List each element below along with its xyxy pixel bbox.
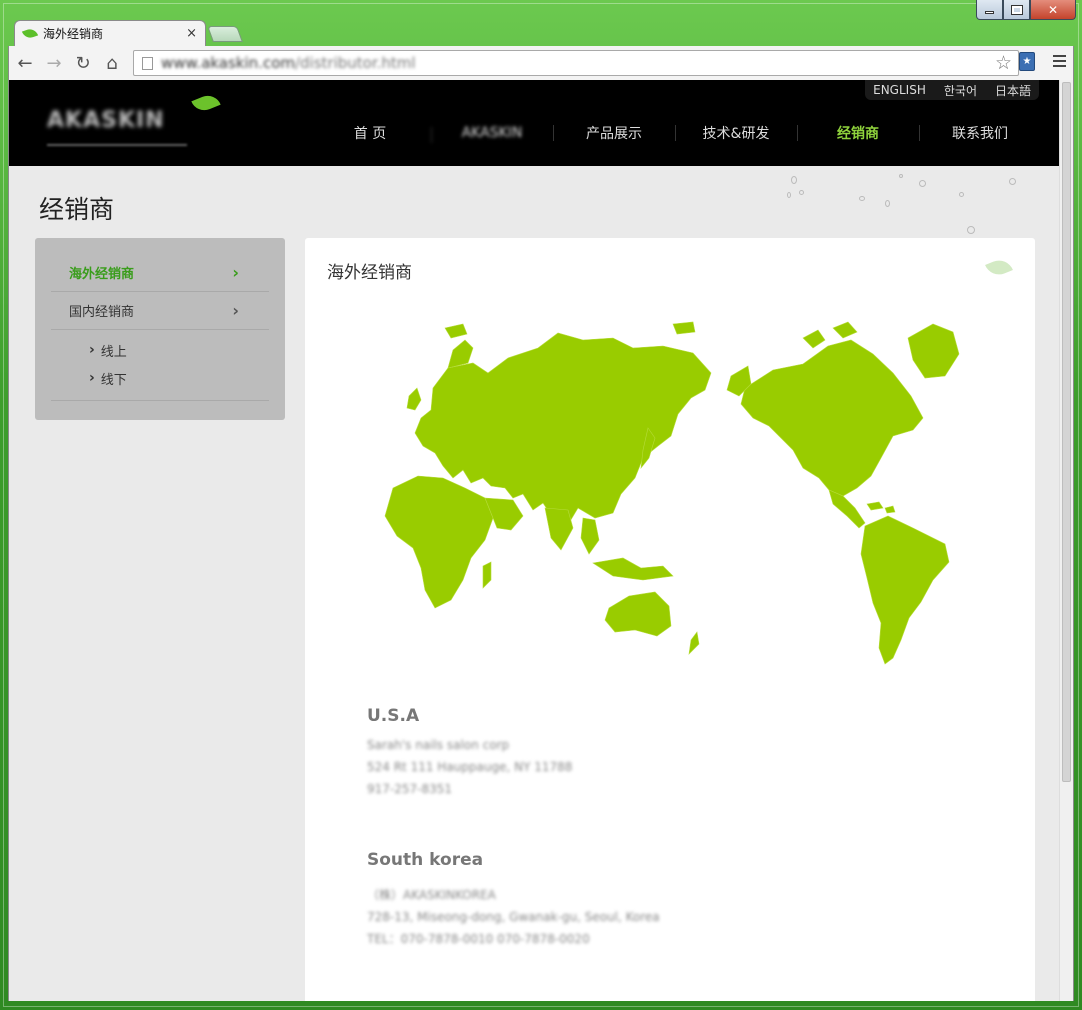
page-icon — [142, 56, 153, 70]
site-header: AKASKIN ENGLISH 한국어 日本語 首 页 AKASKIN 产品展示… — [9, 80, 1061, 166]
sidebar-item-overseas[interactable]: 海外经销商 › — [51, 254, 269, 292]
distributor-phone: 917-257-8351 — [367, 782, 453, 796]
window-controls: ✕ — [976, 0, 1076, 20]
language-switcher: ENGLISH 한국어 日本語 — [865, 80, 1039, 100]
leaf-favicon-icon — [21, 26, 39, 41]
content-panel: 海外经销商 U.S.A Sarah's nails salon corp 524… — [305, 238, 1035, 1001]
back-arrow-icon[interactable]: ← — [12, 50, 38, 76]
distributor-address: 728-13, Miseong-dong, Gwanak-gu, Seoul, … — [367, 910, 660, 924]
browser-window-frame: ✕ 海外经销商 × ← → ↻ ⌂ www.akaskin.com/distri… — [0, 0, 1082, 1010]
sidebar-subitems: 线上 线下 — [51, 330, 269, 401]
site-logo[interactable]: AKASKIN — [47, 91, 221, 148]
water-splash-decoration — [779, 170, 1039, 240]
sidebar: 海外经销商 › 国内经销商 › 线上 线下 — [35, 238, 285, 420]
main-nav: 首 页 AKASKIN 产品展示 技术&研发 经销商 联系我们 — [309, 122, 1041, 144]
nav-brand[interactable]: AKASKIN — [431, 125, 553, 143]
distributor-address: 524 Rt 111 Hauppauge, NY 11788 — [367, 760, 573, 774]
url-text: www.akaskin.com/distributor.html — [161, 54, 416, 72]
vertical-scrollbar[interactable] — [1059, 80, 1073, 1001]
page-title: 经销商 — [39, 195, 115, 224]
scrollbar-thumb[interactable] — [1062, 82, 1071, 782]
forward-arrow-icon[interactable]: → — [41, 50, 67, 76]
distributor-south-korea: South korea （株）AKASKINKOREA 728-13, Mise… — [367, 850, 660, 950]
sidebar-subitem-online[interactable]: 线上 — [89, 336, 269, 364]
country-heading: U.S.A — [367, 706, 420, 726]
browser-toolbar: ← → ↻ ⌂ www.akaskin.com/distributor.html… — [8, 46, 1074, 80]
nav-research[interactable]: 技术&研发 — [675, 123, 797, 143]
maximize-button[interactable] — [1003, 0, 1030, 20]
nav-contact[interactable]: 联系我们 — [919, 123, 1041, 143]
lang-english-link[interactable]: ENGLISH — [873, 83, 926, 97]
distributor-phone: TEL：070-7878-0010 070-7878-0020 — [367, 932, 590, 946]
browser-tab-active[interactable]: 海外经销商 × — [14, 20, 206, 46]
home-icon[interactable]: ⌂ — [99, 50, 125, 76]
sidebar-item-label: 海外经销商 — [69, 267, 135, 282]
minimize-button[interactable] — [976, 0, 1003, 20]
chevron-right-icon: › — [232, 301, 239, 320]
distributor-name: Sarah's nails salon corp — [367, 738, 510, 752]
address-bar[interactable]: www.akaskin.com/distributor.html ☆ — [133, 50, 1019, 76]
distributor-name: （株）AKASKINKOREA — [367, 888, 496, 902]
chevron-right-icon: › — [232, 263, 239, 282]
sidebar-item-label: 国内经销商 — [69, 305, 135, 320]
leaf-decoration-icon — [985, 256, 1013, 279]
nav-distributors[interactable]: 经销商 — [797, 123, 919, 143]
lang-korean-link[interactable]: 한국어 — [944, 82, 977, 99]
lang-japanese-link[interactable]: 日本語 — [995, 82, 1031, 99]
tab-title: 海外经销商 — [43, 27, 104, 41]
tab-close-icon[interactable]: × — [186, 26, 197, 41]
sidebar-item-domestic[interactable]: 国内经销商 › — [51, 292, 269, 330]
bookmark-star-icon[interactable]: ☆ — [995, 52, 1012, 74]
new-tab-button[interactable] — [207, 26, 243, 42]
nav-products[interactable]: 产品展示 — [553, 123, 675, 143]
nav-home[interactable]: 首 页 — [309, 123, 431, 143]
country-heading: South korea — [367, 850, 484, 870]
extension-icon[interactable]: ★ — [1019, 52, 1035, 71]
distributor-usa: U.S.A Sarah's nails salon corp 524 Rt 11… — [367, 706, 572, 800]
menu-icon[interactable] — [1049, 51, 1069, 71]
panel-title: 海外经销商 — [327, 263, 412, 283]
close-window-button[interactable]: ✕ — [1030, 0, 1076, 20]
page-viewport: AKASKIN ENGLISH 한국어 日本語 首 页 AKASKIN 产品展示… — [8, 80, 1074, 1001]
reload-icon[interactable]: ↻ — [70, 50, 96, 76]
sidebar-subitem-offline[interactable]: 线下 — [89, 364, 269, 392]
world-map[interactable] — [373, 318, 963, 668]
